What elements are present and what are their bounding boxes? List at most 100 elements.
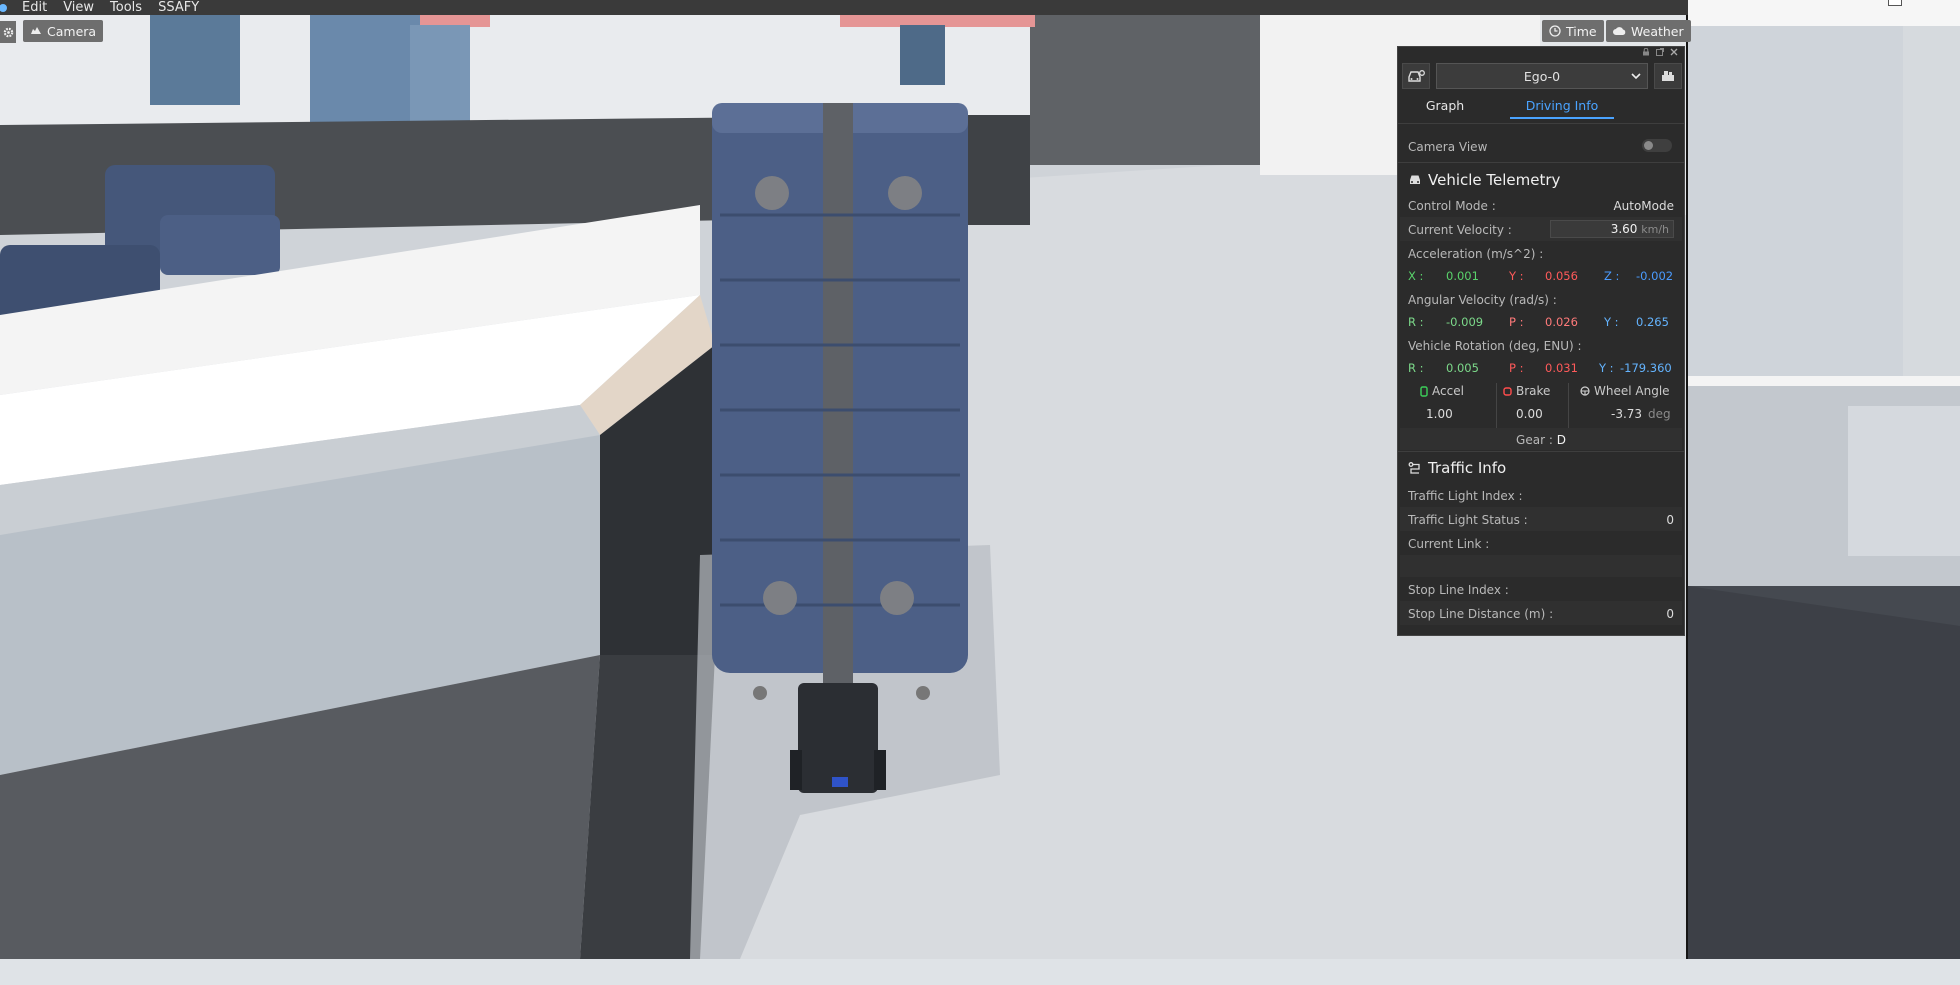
ego-vehicle-dropdown[interactable]: Ego-0 xyxy=(1436,63,1648,89)
angvel-y-value: 0.265 xyxy=(1636,315,1669,329)
rotation-label-row: Vehicle Rotation (deg, ENU) : xyxy=(1408,339,1674,353)
route-icon xyxy=(1408,461,1420,474)
divider xyxy=(1496,383,1497,429)
time-button[interactable]: Time xyxy=(1542,20,1604,42)
gear-value: D xyxy=(1556,433,1566,447)
settings-button[interactable] xyxy=(0,21,16,43)
close-icon[interactable] xyxy=(1670,48,1678,56)
angvel-r-label: R : xyxy=(1408,315,1424,329)
menu-tools[interactable]: Tools xyxy=(102,0,150,15)
camera-icon xyxy=(31,27,41,34)
toggle-knob xyxy=(1644,141,1653,150)
driving-info-panel: Ego-0 Graph Driving Info Camera View Veh… xyxy=(1397,46,1685,636)
camera-button[interactable]: Camera xyxy=(23,20,104,42)
current-velocity-value: 3.60 xyxy=(1610,222,1638,236)
weather-button[interactable]: Weather xyxy=(1606,20,1691,42)
accel-y-label: Y : xyxy=(1509,269,1524,283)
traffic-info-header: Traffic Info xyxy=(1408,459,1506,477)
traffic-info-title: Traffic Info xyxy=(1428,459,1507,477)
tab-graph[interactable]: Graph xyxy=(1410,97,1480,119)
brake-pedal-icon xyxy=(1503,386,1512,396)
vehicle-spawn-button[interactable] xyxy=(1654,63,1682,89)
tab-driving-info[interactable]: Driving Info xyxy=(1510,97,1614,119)
current-link-value-bg xyxy=(1400,555,1682,577)
rotation-values: R : 0.005 P : 0.031 Y : -179.360 xyxy=(1408,361,1674,377)
stop-line-distance-label: Stop Line Distance (m) : xyxy=(1408,607,1554,621)
divider xyxy=(1568,383,1569,429)
clock-icon xyxy=(1549,25,1561,37)
stop-line-index-row: Stop Line Index : xyxy=(1408,583,1674,597)
gear-icon xyxy=(3,27,13,37)
velocity-unit: km/h xyxy=(1641,223,1669,236)
ego-toolbar: Ego-0 xyxy=(1402,63,1682,89)
angvel-r-value: -0.009 xyxy=(1446,315,1484,329)
current-link-label: Current Link : xyxy=(1408,537,1490,551)
menu-edit[interactable]: Edit xyxy=(14,0,55,15)
angvel-p-label: P : xyxy=(1509,315,1524,329)
secondary-window xyxy=(1686,0,1960,959)
gear-label: Gear : xyxy=(1516,433,1553,447)
steering-wheel-icon xyxy=(1580,386,1590,396)
gear-row: Gear : D xyxy=(1398,433,1684,447)
menu-view[interactable]: View xyxy=(55,0,102,15)
weather-button-label: Weather xyxy=(1631,23,1684,39)
accel-pedal-value: 1.00 xyxy=(1426,407,1453,421)
ego-vehicle-value: Ego-0 xyxy=(1523,68,1561,84)
accel-pedal-label: Accel xyxy=(1432,384,1464,398)
secondary-scene xyxy=(1688,26,1960,959)
rotation-y-value: -179.360 xyxy=(1620,361,1672,375)
accel-y-value: 0.056 xyxy=(1545,269,1578,283)
accel-z-label: Z : xyxy=(1604,269,1620,283)
stop-line-distance-row: Stop Line Distance (m) : 0 xyxy=(1408,607,1674,621)
divider xyxy=(1398,123,1684,124)
control-mode-label: Control Mode : xyxy=(1408,199,1496,213)
traffic-light-status-row: Traffic Light Status : 0 xyxy=(1408,513,1674,527)
traffic-light-index-label: Traffic Light Index : xyxy=(1408,489,1523,503)
panel-tabs: Graph Driving Info xyxy=(1402,97,1682,119)
current-velocity-field: 3.60 km/h xyxy=(1550,220,1674,238)
camera-view-label: Camera View xyxy=(1408,140,1488,154)
stop-line-distance-value: 0 xyxy=(1666,607,1674,621)
app-logo-icon xyxy=(0,3,7,12)
panel-window-controls xyxy=(1642,48,1678,56)
menu-ssafy[interactable]: SSAFY xyxy=(150,0,207,15)
current-velocity-label: Current Velocity : xyxy=(1408,223,1512,237)
wheel-angle-unit: deg xyxy=(1648,407,1671,421)
brake-pedal-label: Brake xyxy=(1516,384,1551,398)
control-mode-value: AutoMode xyxy=(1613,199,1674,213)
camera-view-toggle[interactable] xyxy=(1642,139,1672,152)
brake-pedal-header: Brake xyxy=(1503,384,1550,398)
stop-line-index-label: Stop Line Index : xyxy=(1408,583,1509,597)
divider xyxy=(1398,162,1684,163)
vehicle-telemetry-header: Vehicle Telemetry xyxy=(1408,171,1560,189)
angular-velocity-label-row: Angular Velocity (rad/s) : xyxy=(1408,293,1674,307)
acceleration-label: Acceleration (m/s^2) : xyxy=(1408,247,1544,261)
window-control-icon[interactable] xyxy=(1888,0,1902,6)
accel-pedal-header: Accel xyxy=(1420,384,1464,398)
popout-icon[interactable] xyxy=(1656,48,1664,56)
wheel-angle-header: Wheel Angle xyxy=(1580,384,1670,398)
chevron-down-icon xyxy=(1631,73,1641,80)
accel-x-label: X : xyxy=(1408,269,1424,283)
current-link-row: Current Link : xyxy=(1408,537,1674,551)
car-icon xyxy=(1410,175,1420,184)
rotation-p-label: P : xyxy=(1509,361,1524,375)
brake-pedal-value: 0.00 xyxy=(1516,407,1543,421)
traffic-light-index-row: Traffic Light Index : xyxy=(1408,489,1674,503)
lock-icon[interactable] xyxy=(1642,48,1650,56)
vehicle-settings-button[interactable] xyxy=(1402,63,1430,89)
rotation-r-label: R : xyxy=(1408,361,1424,375)
wheel-angle-value: -3.73 xyxy=(1611,407,1643,421)
wheel-angle-label: Wheel Angle xyxy=(1594,384,1670,398)
secondary-window-header xyxy=(1688,0,1960,26)
vehicle-stack-icon xyxy=(1662,71,1674,81)
control-mode-row: Control Mode : AutoMode xyxy=(1408,199,1674,213)
accel-pedal-icon xyxy=(1420,385,1428,397)
rotation-y-label: Y : xyxy=(1599,361,1614,375)
angvel-p-value: 0.026 xyxy=(1545,315,1578,329)
camera-view-row: Camera View xyxy=(1408,139,1674,154)
current-velocity-row: Current Velocity : 3.60 km/h xyxy=(1408,220,1674,238)
angvel-y-label: Y : xyxy=(1604,315,1619,329)
rotation-p-value: 0.031 xyxy=(1545,361,1578,375)
accel-x-value: 0.001 xyxy=(1446,269,1479,283)
